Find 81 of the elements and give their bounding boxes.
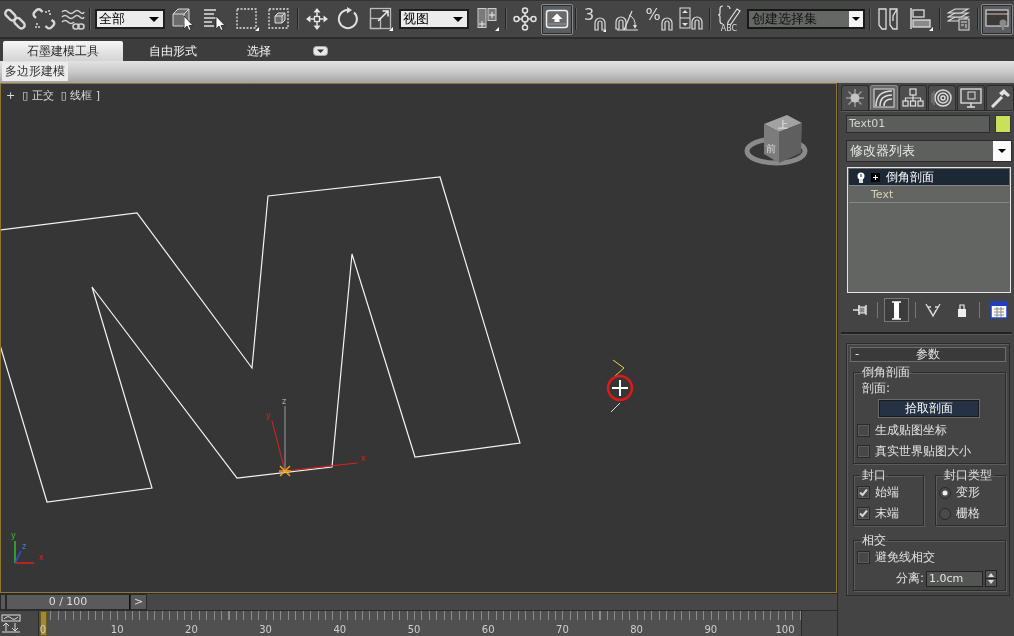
group-title: 倒角剖面 xyxy=(861,365,911,379)
selection-set-button[interactable]: ABC xyxy=(713,3,745,35)
frame-label: 70 xyxy=(556,624,569,636)
rollout-header[interactable]: - 参数 xyxy=(850,347,1006,362)
checkbox-label[interactable]: 生成贴图坐标 xyxy=(875,422,947,439)
radio-button[interactable] xyxy=(939,486,951,499)
object-name-field[interactable]: Text01 xyxy=(846,115,990,133)
stack-item[interactable]: 倒角剖面 xyxy=(849,169,1009,186)
checkbox[interactable] xyxy=(857,486,870,499)
number-field[interactable]: 1.0cm xyxy=(926,570,983,587)
pencil-braces-icon[interactable] xyxy=(717,5,741,25)
checkbox-label[interactable]: 避免线相交 xyxy=(875,549,935,566)
group-title: 相交 xyxy=(861,533,887,547)
swatch-icon[interactable] xyxy=(995,115,1011,133)
group-title: 封口类型 xyxy=(943,468,993,482)
cube-face-label: 前 xyxy=(766,143,776,154)
radio-button[interactable] xyxy=(939,507,951,520)
frame-label: 10 xyxy=(110,624,124,636)
coordinate-dropdown[interactable]: 视图 xyxy=(399,9,469,29)
viewport-menu[interactable]: ▯ 线框 ] xyxy=(60,89,101,102)
ribbon-tab[interactable]: 石墨建模工具 xyxy=(3,41,123,61)
radio-label[interactable]: 栅格 xyxy=(956,505,980,522)
axis-label: y xyxy=(11,531,16,540)
rollout-title: 参数 xyxy=(915,348,941,361)
field-label: 分离: xyxy=(895,570,924,587)
checkbox-label[interactable]: 真实世界贴图大小 xyxy=(875,443,971,460)
time-slider-thumb[interactable]: 0 / 100 xyxy=(6,594,130,610)
ribbon-panel-tab[interactable]: 多边形建模 xyxy=(2,62,68,81)
pick-button[interactable]: 拾取剖面 xyxy=(879,400,979,417)
axis-label: x xyxy=(39,553,44,562)
next-frame-button[interactable]: > xyxy=(130,594,147,610)
time-slider[interactable]: 0 / 100 > xyxy=(0,593,837,611)
checkbox[interactable] xyxy=(857,551,870,564)
radio-label[interactable]: 变形 xyxy=(956,484,980,501)
checkbox[interactable] xyxy=(857,445,870,458)
view-cube[interactable] xyxy=(744,115,808,166)
modifier-list-dropdown[interactable]: 修改器列表 xyxy=(846,140,1012,162)
checkbox[interactable] xyxy=(857,424,870,437)
expand-icon[interactable] xyxy=(871,172,880,182)
end-result-button[interactable] xyxy=(883,298,909,322)
frame-label: 30 xyxy=(259,624,272,636)
bar-icon[interactable] xyxy=(890,300,902,320)
ribbon-tab[interactable]: 自由形式 xyxy=(125,41,221,61)
wireframe-shape[interactable] xyxy=(1,176,521,503)
frame-label: 20 xyxy=(185,624,198,636)
axis-label: z xyxy=(282,397,287,406)
spinner-arrows-icon[interactable] xyxy=(985,570,997,587)
frame-label: 0 xyxy=(39,624,47,636)
frame-label: 50 xyxy=(407,624,421,636)
filter-dropdown[interactable]: 全部 xyxy=(95,9,165,29)
transform-gizmo[interactable] xyxy=(271,405,358,477)
snap-button[interactable]: 3 xyxy=(579,3,611,35)
frame-label: 100 xyxy=(775,624,795,636)
collapse-sign[interactable]: - xyxy=(855,348,869,361)
current-frame-marker[interactable] xyxy=(40,611,47,636)
crosshair-icon xyxy=(606,359,634,413)
frame-label: 60 xyxy=(481,624,495,636)
track-bar[interactable]: 0 10 20 30 40 50 60 70 80 90 100 xyxy=(38,611,802,636)
light-bulb-icon[interactable] xyxy=(857,171,865,183)
viewport-menu[interactable]: + xyxy=(6,89,16,102)
caret-icon[interactable] xyxy=(313,46,328,56)
viewport-menu[interactable]: ▯ 正交 xyxy=(22,89,54,102)
field-label: 剖面: xyxy=(862,380,892,397)
axis-label: x xyxy=(361,454,366,463)
percent-snap-button[interactable]: % xyxy=(643,3,675,35)
axis-tripod-icon xyxy=(14,540,35,564)
ribbon-tab[interactable]: 选择 xyxy=(223,41,295,61)
checkbox[interactable] xyxy=(857,507,870,520)
axis-label: y xyxy=(266,411,271,420)
group-title: 封口 xyxy=(861,468,887,482)
frame-label: 40 xyxy=(333,624,347,636)
frame-label: 90 xyxy=(704,624,718,636)
caret-icon[interactable] xyxy=(993,141,1011,161)
caret-icon[interactable] xyxy=(149,16,159,22)
caret-icon[interactable] xyxy=(849,11,863,27)
stack-item[interactable]: Text xyxy=(849,186,1009,203)
checkbox-label[interactable]: 末端 xyxy=(875,505,899,522)
axis-label: z xyxy=(22,542,27,551)
checkbox-label[interactable]: 始端 xyxy=(875,484,899,501)
frame-label: 80 xyxy=(630,624,643,636)
caret-icon[interactable] xyxy=(453,16,463,22)
